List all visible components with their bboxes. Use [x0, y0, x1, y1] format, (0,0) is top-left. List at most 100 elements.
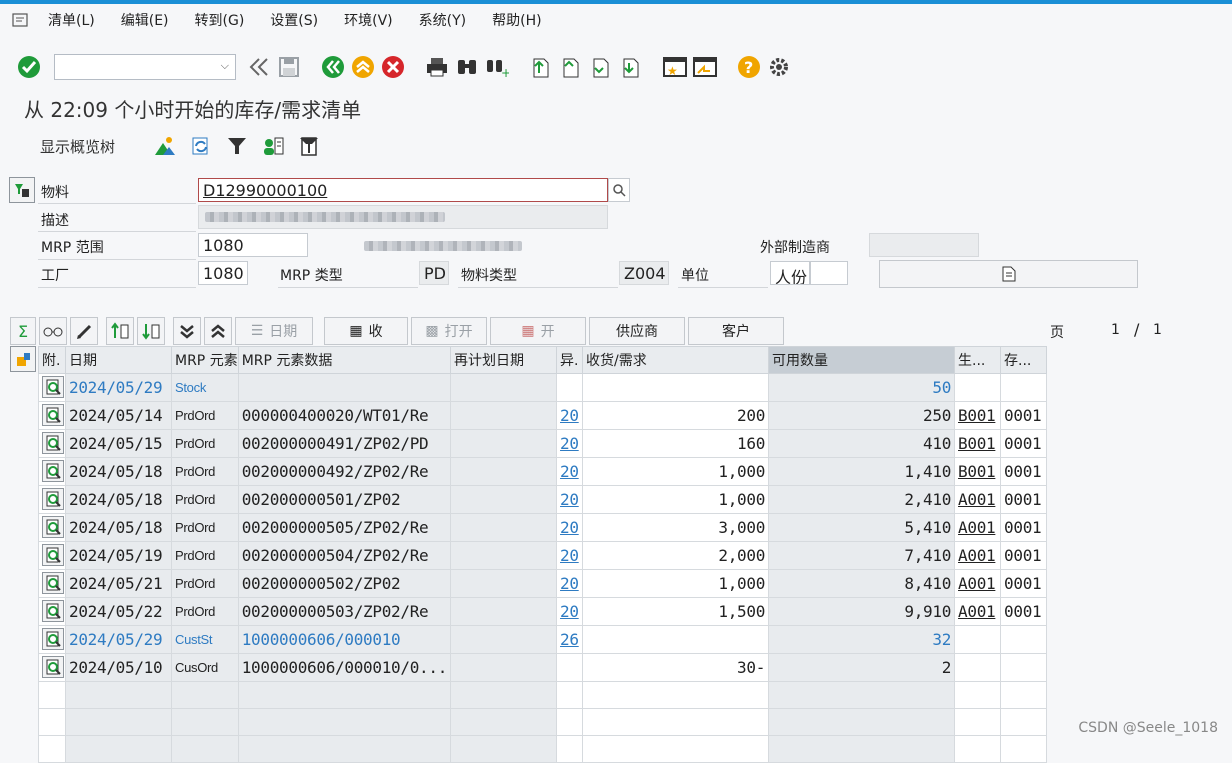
row-detail-cell[interactable]	[39, 598, 66, 626]
page-current[interactable]: 1	[1111, 322, 1120, 338]
col-exception[interactable]: 异.	[557, 347, 583, 374]
row-details-icon[interactable]	[42, 572, 64, 594]
menu-edit[interactable]: 编辑(E)	[121, 10, 169, 30]
row-details-icon[interactable]	[42, 460, 64, 482]
cell-exception[interactable]: 20	[557, 402, 583, 430]
col-attachment[interactable]: 附.	[39, 347, 66, 374]
save-icon[interactable]	[274, 52, 304, 82]
find-next-icon[interactable]: +	[482, 52, 512, 82]
sum-icon[interactable]: Σ	[10, 317, 36, 345]
collapse-toolbar-icon[interactable]	[244, 52, 274, 82]
back-icon[interactable]	[318, 52, 348, 82]
col-storage[interactable]: 存...	[1001, 347, 1047, 374]
table-row[interactable]: 2024/05/19PrdOrd002000000504/ZP02/Re202,…	[39, 542, 1047, 570]
refresh-icon[interactable]	[183, 131, 219, 161]
col-mrp-element[interactable]: MRP 元素	[172, 347, 239, 374]
material-field[interactable]: D12990000100	[198, 178, 608, 202]
cell-exception[interactable]: 20	[557, 514, 583, 542]
open2-button[interactable]: ▦开	[490, 317, 586, 345]
landscape-icon[interactable]	[147, 131, 183, 161]
cell-exception[interactable]: 20	[557, 458, 583, 486]
print-icon[interactable]	[422, 52, 452, 82]
command-field[interactable]: ⌵	[54, 54, 236, 80]
cell-production[interactable]: B001	[955, 402, 1001, 430]
change-pencil-icon[interactable]	[70, 317, 98, 345]
cell-production[interactable]: B001	[955, 458, 1001, 486]
col-reschedule-date[interactable]: 再计划日期	[451, 347, 557, 374]
cell-exception[interactable]: 20	[557, 598, 583, 626]
document-filter-icon[interactable]	[291, 131, 327, 161]
mrp-area-field[interactable]: 1080	[198, 233, 308, 257]
table-row[interactable]: 2024/05/18PrdOrd002000000501/ZP02201,000…	[39, 486, 1047, 514]
cell-production[interactable]: A001	[955, 486, 1001, 514]
row-details-icon[interactable]	[42, 628, 64, 650]
cell-exception[interactable]: 20	[557, 486, 583, 514]
chevron-down-icon[interactable]: ⌵	[221, 59, 229, 73]
filter-icon[interactable]	[219, 131, 255, 161]
cell-exception[interactable]	[557, 654, 583, 682]
exit-icon[interactable]	[348, 52, 378, 82]
cell-exception[interactable]: 20	[557, 570, 583, 598]
table-row[interactable]: 2024/05/22PrdOrd002000000503/ZP02/Re201,…	[39, 598, 1047, 626]
enter-check-icon[interactable]	[14, 52, 44, 82]
row-details-icon[interactable]	[42, 488, 64, 510]
cell-production[interactable]: A001	[955, 598, 1001, 626]
header-details-button[interactable]	[879, 260, 1138, 288]
cell-exception[interactable]: 26	[557, 626, 583, 654]
unit-field-extra[interactable]	[810, 261, 848, 285]
date-button[interactable]: ☰日期	[235, 317, 313, 345]
table-row[interactable]: 2024/05/10CusOrd1000000606/000010/0...30…	[39, 654, 1047, 682]
row-detail-cell[interactable]	[39, 626, 66, 654]
table-row[interactable]: 2024/05/18PrdOrd002000000492/ZP02/Re201,…	[39, 458, 1047, 486]
cell-production[interactable]	[955, 626, 1001, 654]
row-details-icon[interactable]	[42, 432, 64, 454]
col-date[interactable]: 日期	[66, 347, 172, 374]
menu-system[interactable]: 系统(Y)	[419, 10, 466, 30]
find-icon[interactable]	[452, 52, 482, 82]
menu-goto[interactable]: 转到(G)	[195, 10, 245, 30]
table-row[interactable]: 2024/05/29Stock50	[39, 374, 1047, 402]
cancel-icon[interactable]	[378, 52, 408, 82]
system-menu-icon[interactable]	[6, 6, 34, 34]
row-detail-cell[interactable]	[39, 654, 66, 682]
row-detail-cell[interactable]	[39, 374, 66, 402]
table-row[interactable]: 2024/05/29CustSt1000000606/0000102632	[39, 626, 1047, 654]
row-details-icon[interactable]	[42, 600, 64, 622]
row-details-icon[interactable]	[42, 404, 64, 426]
collapse-all-icon[interactable]	[204, 317, 232, 345]
menu-settings[interactable]: 设置(S)	[270, 10, 318, 30]
settings-gear-icon[interactable]	[764, 52, 794, 82]
row-details-icon[interactable]	[42, 544, 64, 566]
cell-exception[interactable]: 20	[557, 542, 583, 570]
sort-descending-icon[interactable]	[137, 317, 165, 345]
table-row[interactable]: 2024/05/21PrdOrd002000000502/ZP02201,000…	[39, 570, 1047, 598]
cell-exception[interactable]	[557, 374, 583, 402]
customer-button[interactable]: 客户	[688, 317, 784, 345]
menu-help[interactable]: 帮助(H)	[492, 10, 541, 30]
sort-ascending-icon[interactable]	[106, 317, 134, 345]
row-details-icon[interactable]	[42, 516, 64, 538]
row-detail-cell[interactable]	[39, 486, 66, 514]
user-list-icon[interactable]	[255, 131, 291, 161]
table-row[interactable]: 2024/05/18PrdOrd002000000505/ZP02/Re203,…	[39, 514, 1047, 542]
show-overview-tree-button[interactable]: 显示概览树	[40, 136, 115, 157]
expand-all-icon[interactable]	[173, 317, 201, 345]
last-page-icon[interactable]	[616, 52, 646, 82]
col-receipt-requirement[interactable]: 收货/需求	[583, 347, 769, 374]
row-details-icon[interactable]	[42, 376, 64, 398]
receive-button[interactable]: ▦收	[324, 317, 408, 345]
generate-shortcut-icon[interactable]	[690, 52, 720, 82]
plant-field[interactable]: 1080	[198, 261, 248, 285]
cell-production[interactable]: A001	[955, 542, 1001, 570]
cell-production[interactable]	[955, 374, 1001, 402]
row-detail-cell[interactable]	[39, 570, 66, 598]
help-icon[interactable]: ?	[734, 52, 764, 82]
previous-page-icon[interactable]	[556, 52, 586, 82]
cell-production[interactable]: A001	[955, 514, 1001, 542]
row-detail-cell[interactable]	[39, 542, 66, 570]
header-toggle-icon[interactable]	[9, 177, 35, 203]
value-help-search-icon[interactable]	[608, 178, 630, 202]
first-page-icon[interactable]	[526, 52, 556, 82]
display-glasses-icon[interactable]	[39, 317, 67, 345]
next-page-icon[interactable]	[586, 52, 616, 82]
